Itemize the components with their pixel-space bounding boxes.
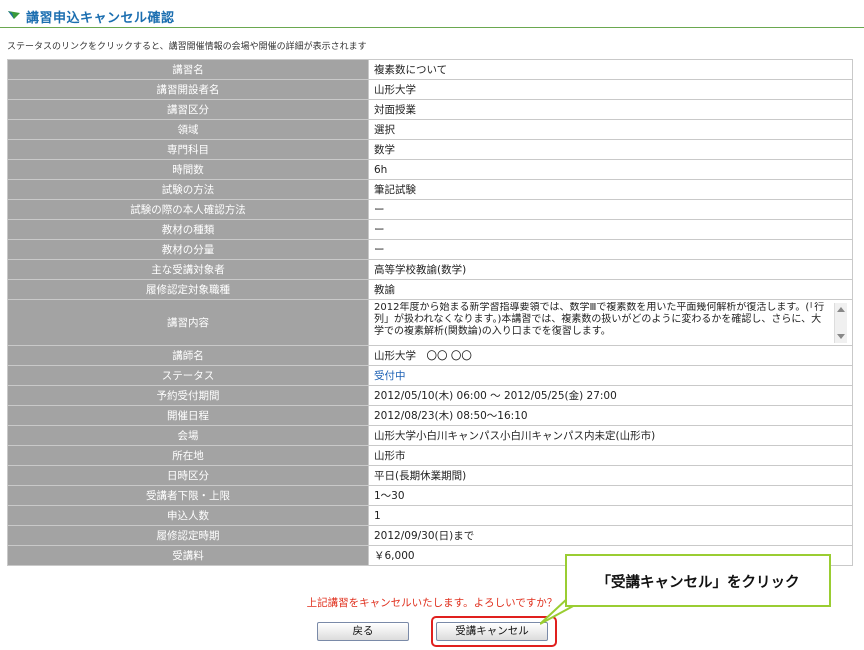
callout-text: 「受講キャンセル」をクリック — [596, 575, 800, 591]
row-value: ー — [368, 239, 853, 260]
row-label: 講師名 — [7, 345, 369, 366]
row-value: 教諭 — [368, 279, 853, 300]
row-value: 1～30 — [368, 485, 853, 506]
row-value: ー — [368, 199, 853, 220]
row-label: 試験の方法 — [7, 179, 369, 200]
row-label: 講習区分 — [7, 99, 369, 120]
row-label: 専門科目 — [7, 139, 369, 160]
table-row: 開催日程 2012/08/23(木) 08:50～16:10 — [7, 405, 853, 426]
table-row: 専門科目 数学 — [7, 139, 853, 160]
row-value: 選択 — [368, 119, 853, 140]
table-row: 主な受講対象者 高等学校教諭(数学) — [7, 259, 853, 280]
table-row: 講習名 複素数について — [7, 59, 853, 80]
row-label: 時間数 — [7, 159, 369, 180]
row-label: 受講者下限・上限 — [7, 485, 369, 506]
row-value: 2012/08/23(木) 08:50～16:10 — [368, 405, 853, 426]
row-label: 受講料 — [7, 545, 369, 566]
row-value: ー — [368, 219, 853, 240]
row-label: 教材の分量 — [7, 239, 369, 260]
table-row: 講習内容 2012年度から始まる新学習指導要領では、数学Ⅲで複素数を用いた平面幾… — [7, 299, 853, 346]
table-row: 申込人数 1 — [7, 505, 853, 526]
course-content-cell: 2012年度から始まる新学習指導要領では、数学Ⅲで複素数を用いた平面幾何解析が復… — [368, 299, 853, 346]
table-row: 教材の種類ー — [7, 219, 853, 240]
table-row: 受講者下限・上限 1～30 — [7, 485, 853, 506]
content-scrollbar[interactable] — [834, 302, 847, 343]
table-row: 履修認定対象職種 教諭 — [7, 279, 853, 300]
page-header: 講習申込キャンセル確認 — [0, 0, 864, 28]
row-label: 領域 — [7, 119, 369, 140]
title-divider — [0, 27, 864, 28]
row-value: 山形大学 — [368, 79, 853, 100]
course-content-textbox[interactable]: 2012年度から始まる新学習指導要領では、数学Ⅲで複素数を用いた平面幾何解析が復… — [374, 302, 847, 344]
table-row: 講習区分 対面授業 — [7, 99, 853, 120]
row-label: 履修認定対象職種 — [7, 279, 369, 300]
row-value: 山形大学 〇〇 〇〇 — [368, 345, 853, 366]
table-row: 時間数 6h — [7, 159, 853, 180]
row-value: 対面授業 — [368, 99, 853, 120]
row-label: 所在地 — [7, 445, 369, 466]
row-label: 試験の際の本人確認方法 — [7, 199, 369, 220]
row-label: 履修認定時期 — [7, 525, 369, 546]
course-details-table: 講習名 複素数について 講習開設者名 山形大学 講習区分 対面授業 領域 選択 専門科目… — [7, 59, 853, 566]
row-value: 数学 — [368, 139, 853, 160]
table-row: 領域 選択 — [7, 119, 853, 140]
table-row: 講師名 山形大学 〇〇 〇〇 — [7, 345, 853, 366]
course-content-text: 2012年度から始まる新学習指導要領では、数学Ⅲで複素数を用いた平面幾何解析が復… — [374, 301, 825, 337]
table-row: 日時区分 平日(長期休業期間) — [7, 465, 853, 486]
row-label: 教材の種類 — [7, 219, 369, 240]
row-value: 筆記試験 — [368, 179, 853, 200]
row-value: 2012/09/30(日)まで — [368, 525, 853, 546]
row-label: 講習開設者名 — [7, 79, 369, 100]
row-value: 平日(長期休業期間) — [368, 465, 853, 486]
row-value: 6h — [368, 159, 853, 180]
cancel-enrollment-button[interactable]: 受講キャンセル — [436, 622, 548, 641]
status-link[interactable]: 受付中 — [374, 370, 406, 382]
table-row: 予約受付期間 2012/05/10(木) 06:00 ～ 2012/05/25(金… — [7, 385, 853, 406]
table-row: 会場 山形大学小白川キャンパス小白川キャンパス内未定(山形市) — [7, 425, 853, 446]
row-label: 会場 — [7, 425, 369, 446]
status-cell: 受付中 — [368, 365, 853, 386]
row-label: 講習内容 — [7, 299, 369, 346]
back-button[interactable]: 戻る — [317, 622, 409, 641]
instruction-callout: 「受講キャンセル」をクリック — [565, 554, 831, 607]
row-label: 主な受講対象者 — [7, 259, 369, 280]
table-row: 履修認定時期 2012/09/30(日)まで — [7, 525, 853, 546]
table-row: 所在地 山形市 — [7, 445, 853, 466]
row-label: 日時区分 — [7, 465, 369, 486]
row-label: 予約受付期間 — [7, 385, 369, 406]
table-row: 試験の際の本人確認方法ー — [7, 199, 853, 220]
green-arrow-icon — [8, 11, 20, 19]
table-row: 講習開設者名 山形大学 — [7, 79, 853, 100]
row-label: 講習名 — [7, 59, 369, 80]
table-row: 試験の方法 筆記試験 — [7, 179, 853, 200]
row-label: 開催日程 — [7, 405, 369, 426]
row-value: 高等学校教諭(数学) — [368, 259, 853, 280]
scroll-up-arrow-icon[interactable] — [837, 306, 845, 312]
row-value: 複素数について — [368, 59, 853, 80]
status-link-note: ステータスのリンクをクリックすると、講習開催情報の会場や開催の詳細が表示されます — [7, 42, 367, 52]
row-label: ステータス — [7, 365, 369, 386]
row-value: 山形市 — [368, 445, 853, 466]
row-value: 1 — [368, 505, 853, 526]
table-row: ステータス 受付中 — [7, 365, 853, 386]
row-label: 申込人数 — [7, 505, 369, 526]
page-title: 講習申込キャンセル確認 — [26, 11, 175, 26]
row-value: 山形大学小白川キャンパス小白川キャンパス内未定(山形市) — [368, 425, 853, 446]
scroll-down-arrow-icon[interactable] — [837, 333, 845, 339]
table-row: 教材の分量ー — [7, 239, 853, 260]
row-value: 2012/05/10(木) 06:00 ～ 2012/05/25(金) 27:0… — [368, 385, 853, 406]
